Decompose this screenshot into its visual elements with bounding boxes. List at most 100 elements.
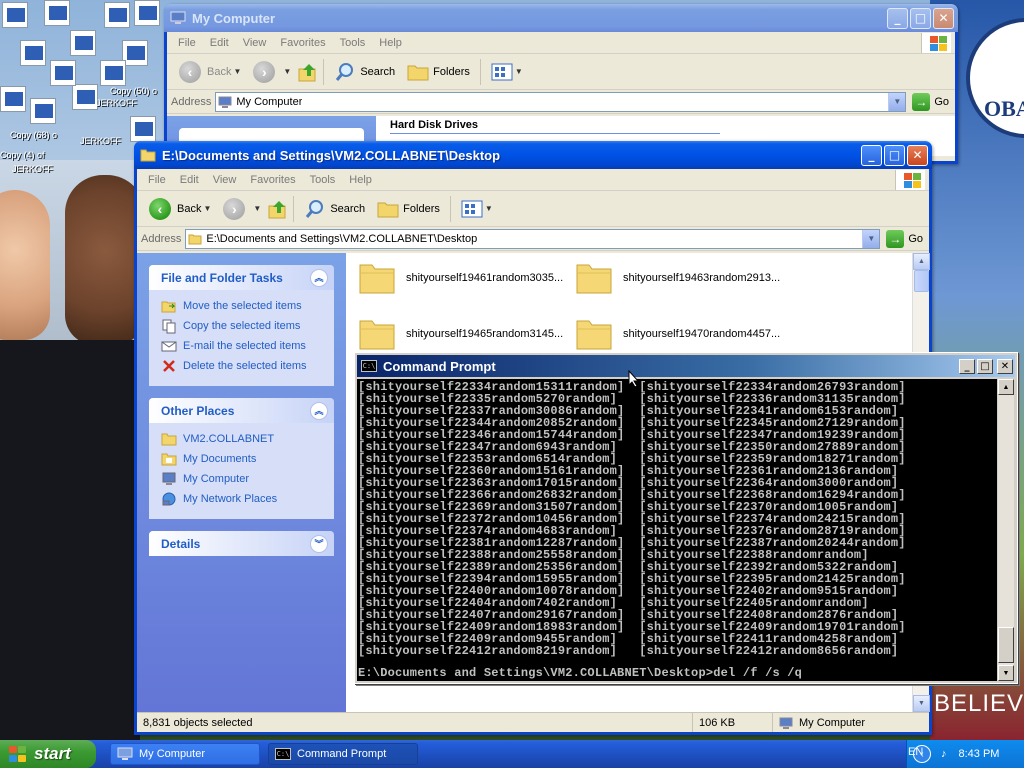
folder-item[interactable]: shityourself19463random2913... xyxy=(575,261,780,295)
toolbar-separator xyxy=(479,58,481,85)
menu-edit[interactable]: Edit xyxy=(173,174,206,186)
close-button[interactable]: ✕ xyxy=(933,7,954,29)
collapse-chevron-icon[interactable]: ︽ xyxy=(310,268,328,287)
desktop-file-icon[interactable] xyxy=(30,98,56,124)
task-copy[interactable]: Copy the selected items xyxy=(161,316,322,336)
window-titlebar[interactable]: C:\ Command Prompt _ □ ✕ xyxy=(357,355,1015,377)
menu-file[interactable]: File xyxy=(171,37,203,49)
menu-favorites[interactable]: Favorites xyxy=(273,37,332,49)
back-button[interactable]: ‹ Back ▼ xyxy=(143,194,217,224)
console-prompt[interactable]: E:\Documents and Settings\VM2.COLLABNET\… xyxy=(358,667,802,679)
address-bar: Address E:\Documents and Settings\VM2.CO… xyxy=(137,227,929,251)
back-button[interactable]: ‹ Back ▼ xyxy=(173,57,247,87)
minimize-button[interactable]: _ xyxy=(861,144,882,166)
address-dropdown-button[interactable]: ▼ xyxy=(862,229,880,248)
chevron-down-icon: ▼ xyxy=(233,67,242,76)
other-places-header[interactable]: Other Places ︽ xyxy=(149,398,334,423)
desktop-file-icon[interactable] xyxy=(72,84,98,110)
tray-speaker-icon[interactable]: ♪ xyxy=(941,748,947,760)
address-input[interactable]: My Computer ▼ xyxy=(215,91,907,112)
scroll-thumb[interactable] xyxy=(998,627,1014,663)
taskbar-button-command-prompt[interactable]: C:\ Command Prompt xyxy=(268,743,418,765)
views-icon xyxy=(491,63,513,80)
close-button[interactable]: ✕ xyxy=(907,144,928,166)
up-folder-icon[interactable] xyxy=(297,61,319,83)
menu-help[interactable]: Help xyxy=(342,174,379,186)
desktop-file-icon[interactable] xyxy=(2,2,28,28)
taskbar-button-my-computer[interactable]: My Computer xyxy=(110,743,260,765)
maximize-button[interactable]: □ xyxy=(910,7,931,29)
scroll-down-button[interactable]: ▼ xyxy=(913,695,930,712)
file-folder-tasks-header[interactable]: File and Folder Tasks ︽ xyxy=(149,265,334,290)
scroll-down-button[interactable]: ▼ xyxy=(998,665,1014,681)
computer-icon xyxy=(117,747,133,760)
command-prompt-window[interactable]: C:\ Command Prompt _ □ ✕ [shityourself22… xyxy=(354,352,1018,684)
task-email[interactable]: E-mail the selected items xyxy=(161,336,322,356)
console-output[interactable]: [shityourself22334random15311random] [sh… xyxy=(357,379,997,681)
folder-item[interactable]: shityourself19465random3145... xyxy=(358,317,563,351)
views-button[interactable]: ▼ xyxy=(485,57,529,87)
menu-tools[interactable]: Tools xyxy=(333,37,373,49)
folders-button[interactable]: Folders xyxy=(371,194,446,224)
window-titlebar[interactable]: My Computer _ □ ✕ xyxy=(164,4,958,32)
desktop-file-icon[interactable] xyxy=(0,86,26,112)
place-my-network-places[interactable]: My Network Places xyxy=(161,489,322,509)
folder-icon xyxy=(576,320,612,350)
expand-chevron-icon[interactable]: ︾ xyxy=(310,534,328,553)
place-my-computer[interactable]: My Computer xyxy=(161,469,322,489)
desktop-file-icon[interactable] xyxy=(104,2,130,28)
go-button[interactable]: → Go xyxy=(886,229,923,248)
task-delete[interactable]: Delete the selected items xyxy=(161,356,322,376)
desktop-file-icon[interactable] xyxy=(70,30,96,56)
menu-help[interactable]: Help xyxy=(372,37,409,49)
collapse-chevron-icon[interactable]: ︽ xyxy=(310,401,328,420)
back-arrow-icon: ‹ xyxy=(179,60,201,83)
my-computer-window[interactable]: My Computer _ □ ✕ File Edit View Favorit… xyxy=(164,4,958,164)
start-button[interactable]: start xyxy=(0,740,96,768)
maximize-button[interactable]: □ xyxy=(884,144,905,166)
place-vm2-collabnet[interactable]: VM2.COLLABNET xyxy=(161,429,322,449)
up-folder-icon[interactable] xyxy=(267,198,289,220)
vertical-scrollbar[interactable]: ▲ ▼ xyxy=(998,379,1014,681)
search-button[interactable]: Search xyxy=(298,194,371,224)
maximize-button[interactable]: □ xyxy=(977,358,993,374)
window-titlebar[interactable]: E:\Documents and Settings\VM2.COLLABNET\… xyxy=(134,141,932,169)
close-button[interactable]: ✕ xyxy=(997,358,1013,374)
search-button[interactable]: Search xyxy=(328,57,401,87)
forward-button[interactable]: › ▼ xyxy=(247,57,297,87)
menu-view[interactable]: View xyxy=(236,37,274,49)
menu-view[interactable]: View xyxy=(206,174,244,186)
minimize-button[interactable]: _ xyxy=(887,7,908,29)
folder-item[interactable]: shityourself19461random3035... xyxy=(358,261,563,295)
desktop-file-icon[interactable] xyxy=(134,0,160,26)
desktop-file-icon[interactable] xyxy=(50,60,76,86)
task-move[interactable]: Move the selected items xyxy=(161,296,322,316)
menu-edit[interactable]: Edit xyxy=(203,37,236,49)
details-header[interactable]: Details ︾ xyxy=(149,531,334,556)
go-button[interactable]: → Go xyxy=(912,92,949,111)
folder-icon xyxy=(161,433,177,446)
minimize-button[interactable]: _ xyxy=(959,358,975,374)
language-indicator[interactable]: EN xyxy=(908,746,923,758)
menu-tools[interactable]: Tools xyxy=(303,174,343,186)
scroll-up-button[interactable]: ▲ xyxy=(913,253,930,270)
back-label: Back xyxy=(177,202,202,215)
desktop-file-icon[interactable] xyxy=(100,60,126,86)
address-dropdown-button[interactable]: ▼ xyxy=(888,92,906,111)
desktop-file-icon[interactable] xyxy=(20,40,46,66)
scroll-thumb[interactable] xyxy=(914,270,929,292)
menu-file[interactable]: File xyxy=(141,174,173,186)
views-button[interactable]: ▼ xyxy=(455,194,499,224)
forward-button[interactable]: › ▼ xyxy=(217,194,267,224)
folders-button[interactable]: Folders xyxy=(401,57,476,87)
folder-name: shityourself19465random3145... xyxy=(406,328,564,340)
folder-item[interactable]: shityourself19470random4457... xyxy=(575,317,780,351)
menu-favorites[interactable]: Favorites xyxy=(243,174,302,186)
address-input[interactable]: E:\Documents and Settings\VM2.COLLABNET\… xyxy=(185,228,881,249)
desktop-file-icon[interactable] xyxy=(44,0,70,26)
place-my-documents[interactable]: My Documents xyxy=(161,449,322,469)
clock[interactable]: 8:43 PM xyxy=(959,748,1000,760)
scroll-up-button[interactable]: ▲ xyxy=(998,379,1014,395)
task-label: Move the selected items xyxy=(183,300,302,312)
desktop-file-icon[interactable] xyxy=(130,116,156,142)
